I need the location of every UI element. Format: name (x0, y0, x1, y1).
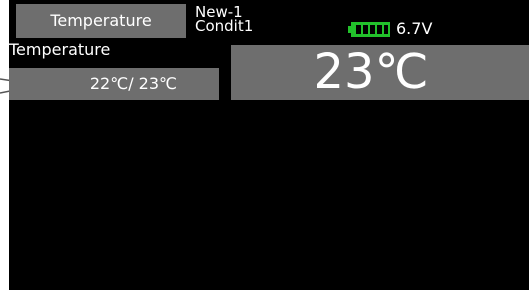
temperature-tab-button[interactable]: Temperature (16, 4, 186, 38)
transmitter-screen: Temperature New-1 Condit1 6.7V Temperatu… (9, 0, 529, 290)
battery-icon (348, 22, 390, 37)
current-temperature-readout: 23℃ (313, 44, 429, 100)
min-max-panel[interactable]: 22℃/ 23℃ (9, 68, 219, 100)
battery-voltage: 6.7V (396, 19, 433, 38)
current-temperature-panel: 23℃ (231, 45, 529, 100)
condition-name: Condit1 (195, 17, 254, 35)
min-max-readout: 22℃/ 23℃ (89, 74, 177, 93)
model-info: New-1 Condit1 (195, 5, 254, 35)
section-label: Temperature (9, 40, 111, 59)
